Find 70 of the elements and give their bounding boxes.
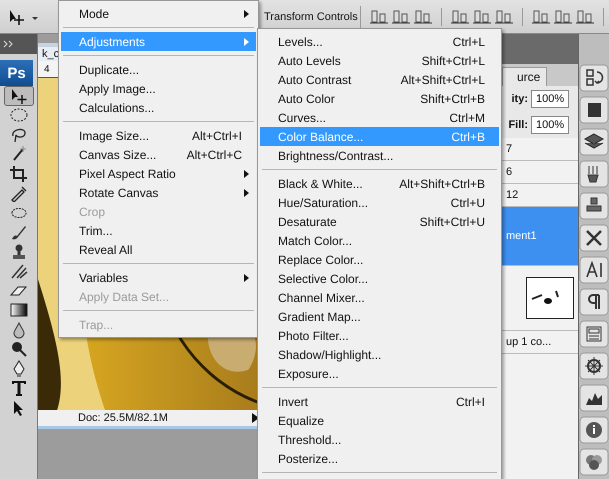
menu-item[interactable]: Calculations... [61,98,256,117]
align-icon[interactable] [413,8,433,26]
gradient-icon[interactable] [8,301,28,320]
histogram-icon[interactable] [579,384,609,412]
stamp-icon[interactable] [579,192,609,220]
menu-item[interactable]: Trim... [61,221,256,240]
history-icon[interactable] [579,64,609,92]
menu-item[interactable]: Image Size... Alt+Ctrl+I [61,126,256,145]
menu-item[interactable]: Auto Contrast Alt+Shift+Ctrl+L [260,70,499,89]
menu-item[interactable]: Duplicate... [61,60,256,79]
brushes-icon[interactable] [579,160,609,188]
crop-icon[interactable] [8,164,28,183]
fill-field[interactable]: 100% [531,116,570,134]
circles-icon[interactable] [579,448,609,476]
wheel-icon[interactable] [579,352,609,380]
menu-item[interactable]: Mode [61,4,256,23]
panel-tab[interactable]: urce [502,67,548,86]
menu-item[interactable]: Selective Color... [260,269,499,288]
menu-item[interactable]: Auto Levels Shift+Ctrl+L [260,51,499,70]
document-size: Doc: 25.5M/82.1M [78,412,169,424]
history-brush-icon[interactable] [8,262,28,280]
eyedropper-icon[interactable] [8,184,28,202]
menu-item[interactable]: Posterize... [260,449,499,468]
tools-icon[interactable] [579,224,609,252]
menu-item[interactable]: Exposure... [260,364,499,383]
document-icon[interactable] [579,320,609,348]
opacity-field[interactable]: 100% [531,90,570,108]
play-icon[interactable] [579,96,609,124]
menu-item[interactable]: Replace Color... [260,250,499,269]
menu-item[interactable]: Photo Filter... [260,326,499,345]
character-icon[interactable] [579,256,609,284]
menu-item[interactable]: Pixel Aspect Ratio [61,164,256,183]
info-icon[interactable] [579,416,609,444]
menu-item[interactable]: Variables [61,268,256,287]
menu-item[interactable]: Apply Image... [61,79,256,98]
menu-item[interactable]: Curves... Ctrl+M [260,108,499,127]
align-icon[interactable] [472,8,492,26]
menu-item[interactable]: Auto Color Shift+Ctrl+B [260,89,499,108]
layers-icon[interactable] [579,128,609,156]
ruler-mark: 4 [44,64,50,75]
fill-label: Fill: [507,119,528,131]
align-icon[interactable] [575,8,595,26]
menu-item[interactable]: Channel Mixer... [260,288,499,307]
align-icon[interactable] [369,8,389,26]
align-icon[interactable] [553,8,573,26]
menu-item[interactable]: Match Color... [260,231,499,250]
menu-item[interactable]: Threshold... [260,430,499,449]
menu-item[interactable]: Canvas Size... Alt+Ctrl+C [61,145,256,164]
menu-item[interactable]: Equalize [260,411,499,430]
align-icon[interactable] [391,8,411,26]
paragraph-icon[interactable] [579,288,609,316]
menu-item[interactable]: Hue/Saturation... Ctrl+U [260,193,499,212]
align-icon[interactable] [450,8,470,26]
ellipse-select-icon[interactable] [8,106,28,124]
menu-item[interactable]: Black & White... Alt+Shift+Ctrl+B [260,174,499,193]
transform-controls-label[interactable]: Transform Controls [264,10,358,22]
menu-item[interactable]: Invert Ctrl+I [260,392,499,411]
opacity-label: ity: [510,93,528,105]
app-logo: Ps [0,60,33,86]
layer-mask-thumbnail[interactable] [526,277,574,319]
collapse-icon[interactable] [3,40,15,48]
menu-item[interactable]: Desaturate Shift+Ctrl+U [260,212,499,231]
menu-item[interactable]: Levels... Ctrl+L [260,32,499,51]
menu-item[interactable]: Rotate Canvas [61,183,256,202]
menu-item[interactable]: Brightness/Contrast... [260,146,499,165]
menu-item[interactable]: Reveal All [61,240,256,259]
align-icon[interactable] [531,8,551,26]
menu-item[interactable]: Gradient Map... [260,307,499,326]
menu-item[interactable]: Shadow/Highlight... [260,345,499,364]
align-icon[interactable] [494,8,514,26]
